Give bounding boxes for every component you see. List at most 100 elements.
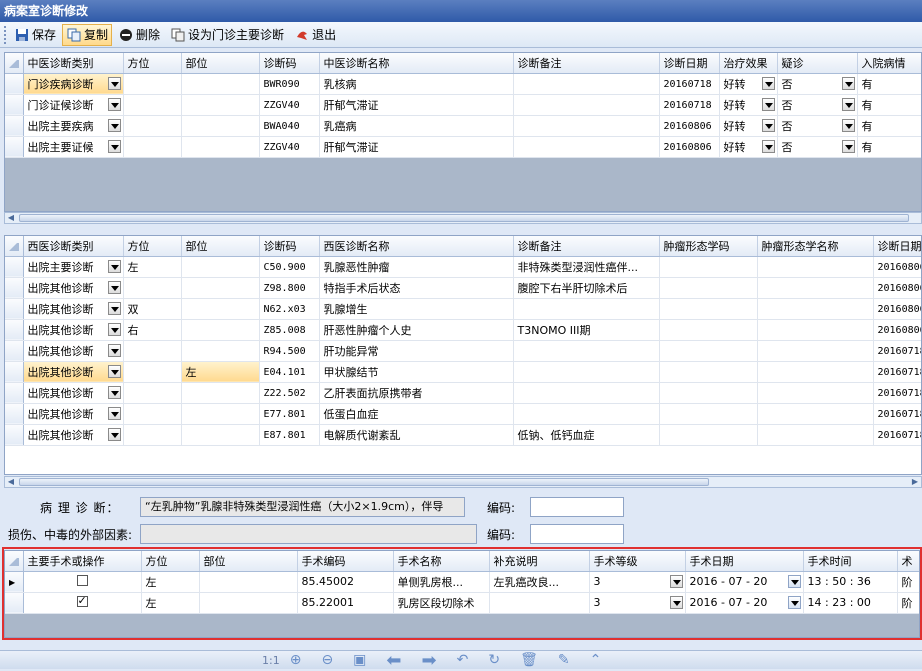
- row-header[interactable]: [5, 136, 23, 157]
- table-cell[interactable]: [123, 403, 181, 424]
- table-row[interactable]: 门诊疾病诊断BWR090乳核病20160718好转否有: [5, 73, 922, 94]
- table-cell[interactable]: [181, 424, 259, 445]
- table-cell[interactable]: 低钠、低钙血症: [513, 424, 659, 445]
- col-header[interactable]: 诊断备注: [513, 53, 659, 73]
- wm-horizontal-scrollbar[interactable]: ◀ ▶: [4, 476, 922, 488]
- zoom-level[interactable]: 1:1: [262, 654, 280, 667]
- table-cell[interactable]: 出院主要疾病: [23, 115, 123, 136]
- table-cell[interactable]: [757, 277, 873, 298]
- row-header[interactable]: [5, 361, 23, 382]
- table-cell[interactable]: E87.801: [259, 424, 319, 445]
- row-header[interactable]: ▶: [5, 571, 23, 592]
- table-cell[interactable]: T3NOMO III期: [513, 319, 659, 340]
- dropdown-arrow-icon[interactable]: [842, 140, 855, 153]
- col-header[interactable]: 入院病情: [857, 53, 922, 73]
- col-header[interactable]: 诊断码: [259, 236, 319, 256]
- dropdown-arrow-icon[interactable]: [842, 77, 855, 90]
- cell-combo[interactable]: 出院其他诊断: [28, 343, 123, 359]
- table-cell[interactable]: [757, 298, 873, 319]
- table-cell[interactable]: [181, 382, 259, 403]
- delete-button[interactable]: 删除: [114, 24, 164, 46]
- row-header[interactable]: [5, 73, 23, 94]
- table-cell[interactable]: [181, 94, 259, 115]
- col-header[interactable]: 肿瘤形态学码: [659, 236, 757, 256]
- zoom-out-icon[interactable]: ⊖: [321, 652, 333, 668]
- pathology-field[interactable]: “左乳肿物”乳腺非特殊类型浸润性癌（大小2×1.9cm），伴导: [140, 497, 465, 517]
- table-cell[interactable]: [659, 382, 757, 403]
- table-cell[interactable]: [123, 136, 181, 157]
- table-cell[interactable]: 20160718: [873, 361, 922, 382]
- scroll-left-icon[interactable]: ◀: [6, 478, 16, 486]
- dropdown-arrow-icon[interactable]: [108, 302, 121, 315]
- table-cell[interactable]: 20160806: [873, 319, 922, 340]
- table-cell[interactable]: [123, 382, 181, 403]
- surgery-date-cell[interactable]: 2016 - 07 - 20: [685, 571, 803, 592]
- table-cell[interactable]: [757, 256, 873, 277]
- table-cell[interactable]: [757, 361, 873, 382]
- dropdown-arrow-icon[interactable]: [108, 407, 121, 420]
- table-cell[interactable]: 左乳癌改良...: [489, 571, 589, 592]
- cell-combo[interactable]: 出院主要疾病: [28, 118, 123, 134]
- table-cell[interactable]: 否: [777, 73, 857, 94]
- table-cell[interactable]: 否: [777, 136, 857, 157]
- tcm-horizontal-scrollbar[interactable]: ◀: [4, 212, 922, 224]
- cell-combo[interactable]: 门诊证候诊断: [28, 97, 123, 113]
- table-cell[interactable]: 低蛋白血症: [319, 403, 513, 424]
- table-cell[interactable]: [659, 361, 757, 382]
- dropdown-arrow-icon[interactable]: [762, 140, 775, 153]
- table-cell[interactable]: E77.801: [259, 403, 319, 424]
- table-cell[interactable]: 好转: [719, 115, 777, 136]
- table-cell[interactable]: 20160806: [659, 136, 719, 157]
- table-cell[interactable]: [659, 256, 757, 277]
- table-cell[interactable]: 乳腺恶性肿瘤: [319, 256, 513, 277]
- table-row[interactable]: 出院主要疾病BWA040乳癌病20160806好转否有: [5, 115, 922, 136]
- table-cell[interactable]: 乳房区段切除术: [393, 592, 489, 613]
- table-cell[interactable]: 否: [777, 115, 857, 136]
- table-cell[interactable]: 20160806: [873, 277, 922, 298]
- edit-icon[interactable]: ✎: [558, 652, 570, 668]
- table-cell[interactable]: 出院主要证候: [23, 136, 123, 157]
- table-cell[interactable]: 20160718: [873, 340, 922, 361]
- col-header[interactable]: 手术日期: [685, 551, 803, 571]
- scroll-up-icon[interactable]: ⌃: [590, 652, 602, 668]
- col-header[interactable]: 部位: [181, 236, 259, 256]
- refresh-icon[interactable]: ↻: [488, 652, 500, 668]
- table-cell[interactable]: 出院其他诊断: [23, 361, 123, 382]
- col-header[interactable]: 西医诊断类别: [23, 236, 123, 256]
- col-header[interactable]: 西医诊断名称: [319, 236, 513, 256]
- table-cell[interactable]: [123, 94, 181, 115]
- table-row[interactable]: 出院其他诊断R94.500肝功能异常20160718: [5, 340, 922, 361]
- pathology-code-field[interactable]: [530, 497, 624, 517]
- table-cell[interactable]: [659, 340, 757, 361]
- table-cell[interactable]: [757, 403, 873, 424]
- col-header[interactable]: 疑诊: [777, 53, 857, 73]
- dropdown-arrow-icon[interactable]: [762, 119, 775, 132]
- table-cell[interactable]: 20160718: [873, 382, 922, 403]
- table-cell[interactable]: 出院其他诊断: [23, 424, 123, 445]
- table-cell[interactable]: [659, 403, 757, 424]
- cell-combo[interactable]: 出院其他诊断: [28, 406, 123, 422]
- cell-combo[interactable]: 否: [782, 97, 857, 113]
- table-row[interactable]: 出院其他诊断左E04.101甲状腺结节20160718: [5, 361, 922, 382]
- table-cell[interactable]: 20160718: [659, 94, 719, 115]
- cell-combo[interactable]: 否: [782, 139, 857, 155]
- table-row[interactable]: 出院主要诊断左C50.900乳腺恶性肿瘤非特殊类型浸润性癌伴...2016080…: [5, 256, 922, 277]
- table-cell[interactable]: [513, 94, 659, 115]
- col-header[interactable]: 补充说明: [489, 551, 589, 571]
- table-cell[interactable]: [513, 298, 659, 319]
- table-cell[interactable]: [181, 403, 259, 424]
- cell-combo[interactable]: 3: [594, 596, 685, 609]
- col-header[interactable]: 主要手术或操作: [23, 551, 141, 571]
- cell-combo[interactable]: 出院主要诊断: [28, 259, 123, 275]
- table-cell[interactable]: [181, 298, 259, 319]
- table-cell[interactable]: 好转: [719, 73, 777, 94]
- row-header[interactable]: [5, 277, 23, 298]
- col-header[interactable]: 治疗效果: [719, 53, 777, 73]
- dropdown-arrow-icon[interactable]: [670, 575, 683, 588]
- table-row[interactable]: 出院其他诊断双N62.x03乳腺增生20160806: [5, 298, 922, 319]
- toolbar-grip[interactable]: [4, 26, 7, 44]
- table-cell[interactable]: [757, 340, 873, 361]
- table-cell[interactable]: [199, 571, 297, 592]
- table-cell[interactable]: BWR090: [259, 73, 319, 94]
- table-cell[interactable]: 阶: [897, 592, 920, 613]
